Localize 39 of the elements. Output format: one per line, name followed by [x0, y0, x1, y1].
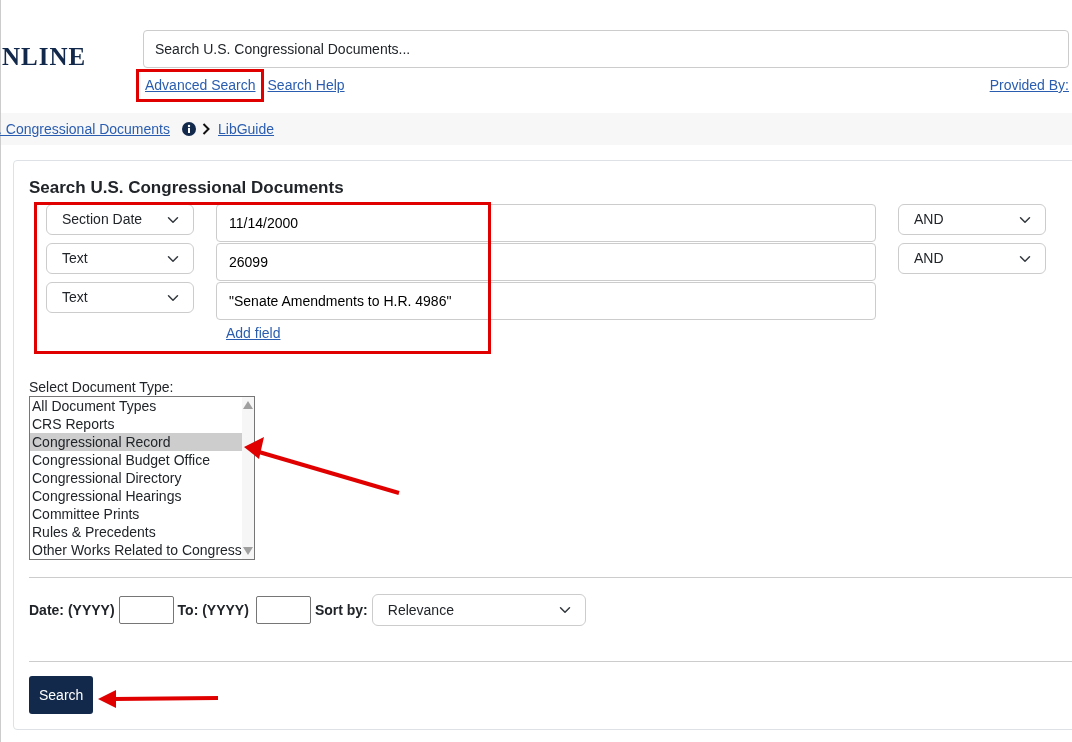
field-select[interactable]: Section Date — [46, 204, 194, 236]
list-option[interactable]: Other Works Related to Congress — [30, 541, 242, 560]
form-title: Search U.S. Congressional Documents — [29, 178, 345, 199]
provider-link[interactable]: Provided By: — [989, 75, 1069, 96]
list-option[interactable]: Congressional Budget Office — [30, 451, 242, 470]
operator-select[interactable]: AND — [898, 204, 1046, 236]
sort-select[interactable]: Relevance — [371, 594, 586, 627]
search-field[interactable]: Search U.S. Congressional Documents... — [143, 30, 1069, 68]
list-option[interactable]: All Document Types — [30, 397, 242, 416]
field-label: Sort by: — [314, 600, 368, 620]
year-from-field[interactable] — [118, 596, 174, 625]
search-term-field[interactable]: 11/14/2000 — [216, 204, 876, 243]
search-help-link[interactable]: Search Help — [267, 75, 345, 96]
list-option[interactable]: Committee Prints — [30, 505, 242, 524]
chevron-icon — [202, 123, 210, 135]
document-type-listbox[interactable]: All Document Types CRS Reports Congressional Record Congressional Budget Office Congressional Directory Congressional Hearings Committee Prints Rules & Precedents Other Works Related to Congress — [29, 396, 255, 561]
search-button[interactable]: Search — [29, 676, 94, 715]
add-field-link[interactable]: Add field — [226, 323, 281, 345]
list-option[interactable]: Congressional Record — [30, 433, 242, 452]
list-option[interactable]: Rules & Precedents — [30, 523, 242, 542]
scroll-down-icon[interactable] — [242, 547, 253, 556]
search-term-field[interactable]: "Senate Amendments to H.R. 4986" — [216, 282, 876, 321]
field-label: Date: (YYYY) — [29, 600, 115, 620]
field-label: To: (YYYY) — [177, 600, 249, 620]
operator-select[interactable]: AND — [898, 243, 1046, 275]
field-select[interactable]: Text — [46, 282, 194, 314]
breadcrumb-link[interactable]: LibGuide — [218, 118, 275, 140]
year-to-field[interactable] — [255, 596, 311, 625]
field-select[interactable]: Text — [46, 243, 194, 275]
advanced-search-link[interactable]: Advanced Search — [145, 75, 256, 96]
info-icon[interactable] — [182, 122, 196, 136]
breadcrumb-link[interactable]: . Congressional Documents — [0, 118, 170, 140]
scroll-up-icon[interactable] — [242, 401, 253, 410]
field-label: Select Document Type: — [29, 378, 175, 397]
list-option[interactable]: Congressional Hearings — [30, 487, 242, 506]
search-term-field[interactable]: 26099 — [216, 243, 876, 282]
list-option[interactable]: CRS Reports — [30, 415, 242, 434]
logo-text: NLINE — [1, 42, 88, 72]
list-option[interactable]: Congressional Directory — [30, 469, 242, 488]
